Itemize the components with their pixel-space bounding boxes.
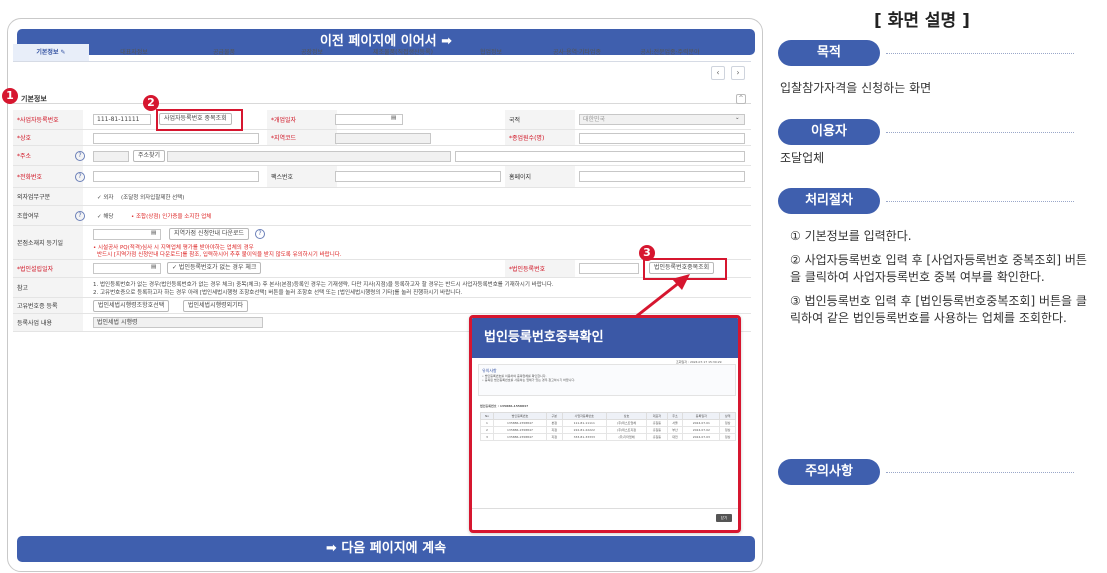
popup-corp-no: 법인등록번호 : 135886-1558847 — [480, 404, 529, 408]
table-cell: 2024.07.01 — [682, 419, 721, 427]
table-cell: (주)기타업체 — [605, 433, 648, 441]
table-cell: 부산 — [666, 426, 684, 434]
procedure-pill: 처리절차 — [778, 188, 880, 214]
table-cell: 222-81-22222 — [561, 426, 607, 434]
table-header-cell: No — [480, 412, 494, 420]
table-header-cell: 법인등록번호 — [492, 412, 547, 420]
table-cell: 홍길동 — [646, 426, 668, 434]
table-header-row: No 법인등록번호 구분 사업자등록번호 상호 대표자 주소 등록일자 상태 — [480, 412, 736, 420]
table-header-cell: 구분 — [545, 412, 563, 420]
dotted-line — [886, 201, 1074, 202]
caution-pill: 주의사항 — [778, 459, 880, 485]
table-cell: 2024.07.03 — [682, 433, 721, 441]
procedure-step-3: ③ 법인등록번호 입력 후 [법인등록번호중복조회] 버튼을 클릭하여 같은 법… — [790, 294, 1087, 325]
table-cell: 정상 — [719, 419, 736, 427]
table-cell: 135886-1558847 — [492, 426, 547, 434]
purpose-text: 입찰참가자격을 신청하는 화면 — [780, 81, 932, 95]
table-cell: 135886-1558847 — [492, 433, 547, 441]
table-cell: 지점 — [545, 426, 563, 434]
user-text: 조달업체 — [780, 151, 825, 165]
table-cell: 정상 — [719, 426, 736, 434]
table-cell: 대전 — [666, 433, 684, 441]
table-cell: 111-81-11111 — [561, 419, 607, 427]
table-cell: 2 — [480, 426, 494, 434]
table-header-cell: 대표자 — [646, 412, 668, 420]
table-header-cell: 상호 — [605, 412, 648, 420]
table-header-cell: 상태 — [719, 412, 736, 420]
table-header-cell: 주소 — [666, 412, 684, 420]
table-cell: 135886-1558847 — [492, 419, 547, 427]
dotted-line — [886, 472, 1074, 473]
table-row[interactable]: 1 135886-1558847 본점 111-81-11111 (주)테스트업체 홍길동… — [480, 419, 736, 427]
corp-dup-popup: 법인등록번호중복확인 유의사항 • 법인등록번호를 이용하여 중복업체를 확인합… — [469, 315, 741, 533]
popup-divider — [472, 508, 738, 509]
procedure-step-1: ① 기본정보를 입력한다. — [790, 229, 912, 243]
popup-info-line2: • 중복된 법인등록번호를 사용하는 업체가 있는 경우 참고하시기 바랍니다. — [482, 378, 576, 382]
procedure-steps: ① 기본정보를 입력한다. ② 사업자등록번호 입력 후 [사업자등록번호 중복… — [790, 228, 1090, 334]
procedure-step-2: ② 사업자등록번호 입력 후 [사업자등록번호 중복조회] 버튼을 클릭하여 사… — [790, 253, 1087, 284]
dotted-line — [886, 132, 1074, 133]
user-pill: 이용자 — [778, 119, 880, 145]
popup-title: 법인등록번호중복확인 — [472, 318, 738, 358]
table-row[interactable]: 2 135886-1558847 지점 222-81-22222 (주)테스트지점 홍길동… — [480, 426, 736, 434]
popup-info-box: 유의사항 • 법인등록번호를 이용하여 중복업체를 확인합니다. • 중복된 법… — [478, 364, 736, 396]
popup-close-button[interactable]: 닫기 — [716, 514, 732, 522]
table-header-cell: 등록일자 — [682, 412, 721, 420]
popup-table: No 법인등록번호 구분 사업자등록번호 상호 대표자 주소 등록일자 상태 1 135886-1… — [480, 412, 736, 441]
table-cell: 서울 — [666, 419, 684, 427]
table-cell: 홍길동 — [646, 433, 668, 441]
table-cell: (주)테스트지점 — [605, 426, 648, 434]
popup-date: 조회일자 : 2024.07.17 15:30:29 — [676, 360, 722, 364]
table-cell: 정상 — [719, 433, 736, 441]
table-cell: 본점 — [545, 419, 563, 427]
table-cell: 3 — [480, 433, 494, 441]
dotted-line — [886, 53, 1074, 54]
table-row[interactable]: 3 135886-1558847 지점 333-81-33333 (주)기타업체 홍길동 대… — [480, 433, 736, 441]
table-header-cell: 사업자등록번호 — [561, 412, 607, 420]
popup-body: 유의사항 • 법인등록번호를 이용하여 중복업체를 확인합니다. • 중복된 법… — [472, 358, 738, 530]
table-cell: 홍길동 — [646, 419, 668, 427]
table-cell: 333-81-33333 — [561, 433, 607, 441]
table-body: 1 135886-1558847 본점 111-81-11111 (주)테스트업체 홍길동… — [480, 419, 736, 441]
table-cell: (주)테스트업체 — [605, 419, 648, 427]
table-cell: 2024.07.02 — [682, 426, 721, 434]
table-cell: 1 — [480, 419, 494, 427]
purpose-pill: 목적 — [778, 40, 880, 66]
table-cell: 지점 — [545, 433, 563, 441]
